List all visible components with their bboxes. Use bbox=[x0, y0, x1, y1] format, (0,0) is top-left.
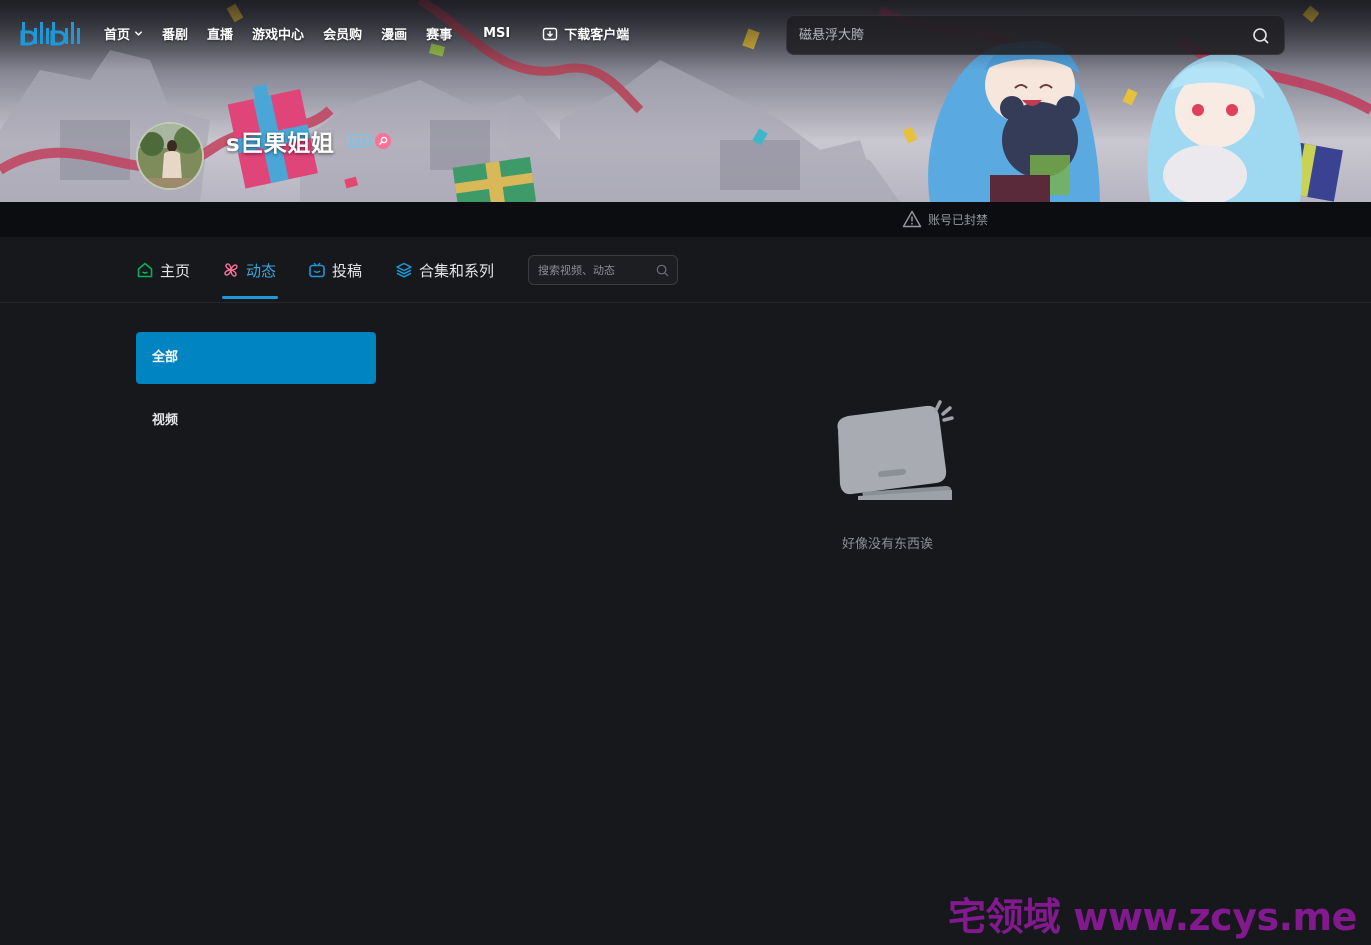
dynamic-icon bbox=[224, 263, 238, 277]
nav-item-home[interactable]: 首页 bbox=[104, 24, 143, 43]
tab-uploads[interactable]: 投稿 bbox=[308, 259, 362, 281]
tab-label: 合集和系列 bbox=[419, 261, 495, 280]
nav-item-esports[interactable]: 赛事 bbox=[426, 24, 452, 43]
home-icon bbox=[137, 262, 153, 278]
empty-laptop-illustration bbox=[837, 400, 954, 500]
ban-notice-text: 账号已封禁 bbox=[928, 212, 989, 227]
profile-search-box bbox=[528, 255, 678, 285]
profile-tab-bar: 主页 动态 投稿 合集和系列 bbox=[0, 237, 1371, 303]
nav-item-game-center[interactable]: 游戏中心 bbox=[252, 24, 304, 43]
tab-label: 投稿 bbox=[332, 261, 363, 280]
layers-icon bbox=[396, 262, 412, 278]
profile-search-input[interactable] bbox=[538, 256, 656, 284]
tv-icon bbox=[309, 262, 325, 278]
level-badge: LV3 bbox=[345, 135, 371, 148]
search-icon[interactable] bbox=[656, 264, 669, 277]
nav-item-label: 漫画 bbox=[381, 28, 408, 43]
download-icon bbox=[543, 27, 558, 40]
empty-state-text: 好像没有东西诶 bbox=[842, 537, 934, 552]
chevron-down-icon bbox=[134, 31, 143, 36]
nav-item-label: 直播 bbox=[207, 28, 234, 43]
tab-label: 动态 bbox=[246, 261, 277, 280]
nav-item-label: 首页 bbox=[104, 28, 131, 43]
nav-item-live[interactable]: 直播 bbox=[207, 24, 233, 43]
active-tab-indicator bbox=[222, 296, 278, 299]
nav-menu: 首页 番剧 直播 游戏中心 会员购 漫画 赛事 MSI 下载客户端 bbox=[104, 24, 648, 43]
search-input[interactable] bbox=[799, 16, 1239, 54]
filter-all[interactable]: 全部 bbox=[136, 332, 376, 384]
ban-notice: 账号已封禁 bbox=[902, 210, 988, 228]
level-text: LV3 bbox=[349, 138, 367, 148]
site-watermark: 宅领域 www.zcys.me bbox=[948, 895, 1357, 939]
avatar-image bbox=[138, 124, 202, 188]
username: s巨果姐姐 bbox=[226, 131, 335, 157]
nav-item-manga[interactable]: 漫画 bbox=[381, 24, 407, 43]
tab-collections[interactable]: 合集和系列 bbox=[395, 259, 494, 281]
nav-item-label: 游戏中心 bbox=[252, 28, 305, 43]
tab-dynamic[interactable]: 动态 bbox=[222, 259, 276, 281]
avatar[interactable] bbox=[136, 122, 204, 190]
tab-label: 主页 bbox=[160, 261, 191, 280]
nav-item-download-client[interactable]: 下载客户端 bbox=[542, 24, 629, 43]
ban-notice-bar: 账号已封禁 bbox=[0, 202, 1371, 237]
bilibili-logo[interactable] bbox=[20, 18, 82, 50]
search-icon[interactable] bbox=[1252, 27, 1270, 45]
vip-icon bbox=[375, 133, 391, 149]
nav-item-label: 会员购 bbox=[323, 28, 363, 43]
search-bar bbox=[786, 15, 1285, 55]
nav-item-label: 下载客户端 bbox=[564, 28, 630, 43]
nav-item-label: 赛事 bbox=[426, 28, 453, 43]
filter-video[interactable]: 视频 bbox=[152, 409, 178, 428]
key-icon bbox=[379, 136, 388, 145]
nav-item-shop[interactable]: 会员购 bbox=[323, 24, 362, 43]
warning-icon bbox=[902, 210, 922, 228]
tab-home[interactable]: 主页 bbox=[136, 259, 190, 281]
nav-item-msi[interactable]: MSI bbox=[483, 26, 510, 41]
nav-item-label: MSI bbox=[483, 26, 511, 41]
nav-item-label: 番剧 bbox=[162, 28, 189, 43]
nav-item-anime[interactable]: 番剧 bbox=[162, 24, 188, 43]
top-navigation: 首页 番剧 直播 游戏中心 会员购 漫画 赛事 MSI 下载客户端 bbox=[0, 0, 1371, 68]
